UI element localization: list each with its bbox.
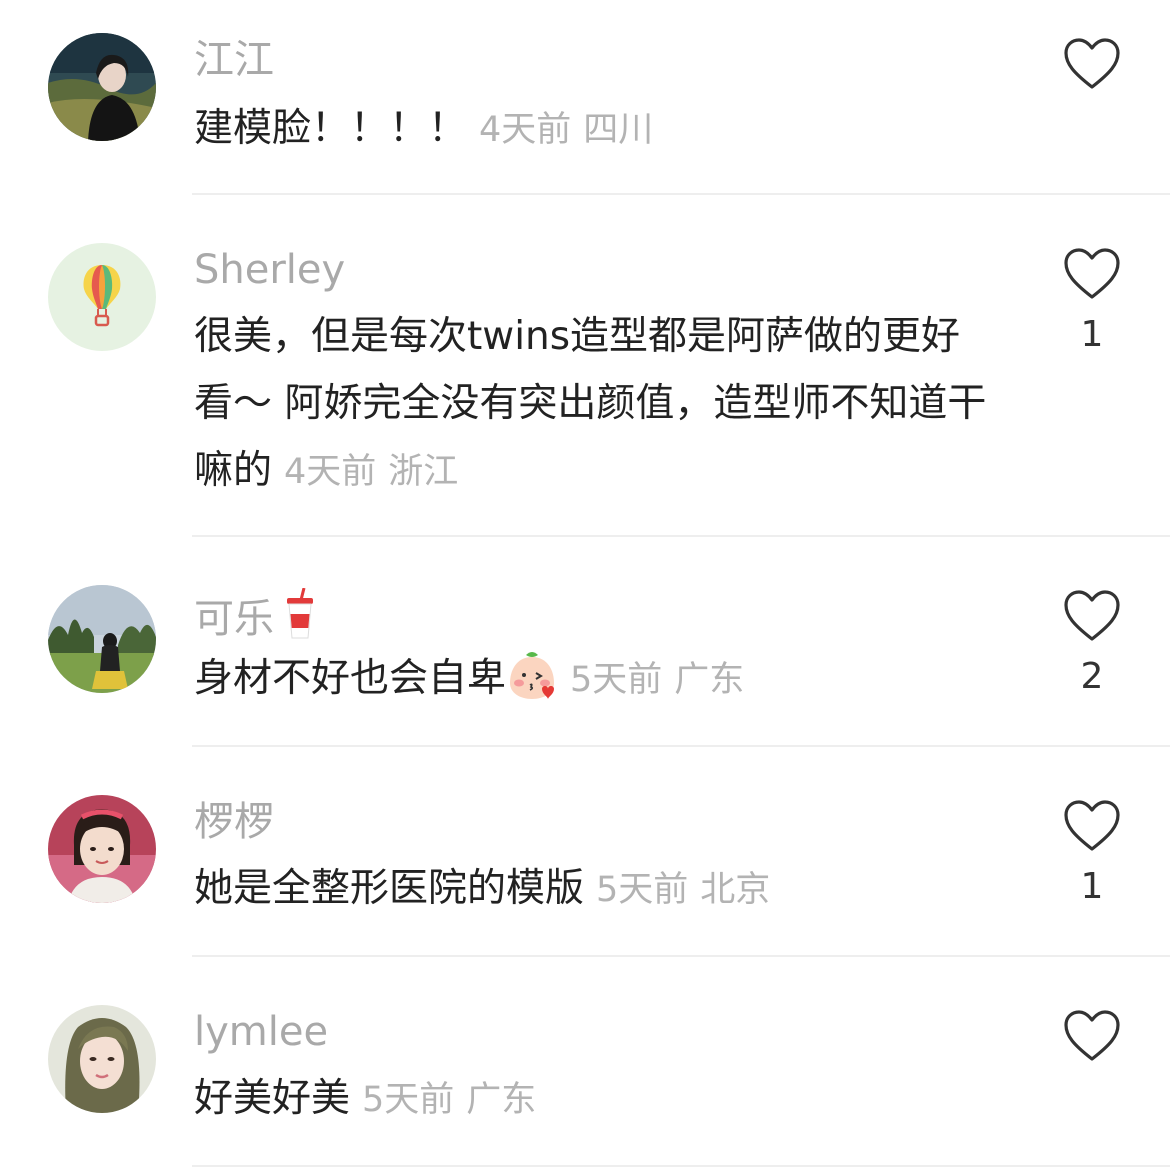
comment-text: 好美好美 5天前 广东 bbox=[194, 1065, 994, 1134]
username[interactable]: lymlee bbox=[194, 1008, 328, 1056]
comment-location: 浙江 bbox=[388, 452, 459, 492]
like-count: 1 bbox=[1080, 866, 1104, 907]
comment-time: 4天前 bbox=[284, 452, 377, 492]
comment-meta: 5天前 北京 bbox=[596, 870, 770, 910]
heart-outline-icon bbox=[1064, 590, 1120, 641]
comment-text: 很美，但是每次twins造型都是阿萨做的更好看～ 阿娇完全没有突出颜值，造型师不… bbox=[194, 303, 994, 506]
like-button[interactable] bbox=[1062, 1008, 1122, 1064]
divider bbox=[192, 193, 1170, 195]
heart-outline-icon bbox=[1064, 1010, 1120, 1061]
comment-time: 5天前 bbox=[570, 660, 663, 700]
comment-location: 四川 bbox=[583, 110, 654, 150]
comment-body: 建模脸！！！！ bbox=[194, 106, 468, 151]
like-button[interactable] bbox=[1062, 36, 1122, 92]
divider bbox=[192, 1165, 1170, 1167]
comment-time: 4天前 bbox=[479, 110, 572, 150]
avatar[interactable] bbox=[48, 1005, 156, 1113]
comment-meta: 5天前 广东 bbox=[362, 1080, 536, 1120]
username[interactable]: 椤椤 bbox=[194, 798, 274, 846]
comment-body: 好美好美 bbox=[194, 1076, 351, 1121]
divider bbox=[192, 745, 1170, 747]
avatar[interactable] bbox=[48, 243, 156, 351]
avatar[interactable] bbox=[48, 33, 156, 141]
username[interactable]: 可乐 bbox=[194, 588, 316, 643]
username-text: 可乐 bbox=[194, 596, 274, 642]
comment-meta: 4天前 四川 bbox=[479, 110, 653, 150]
comment-location: 广东 bbox=[466, 1080, 537, 1120]
like-button[interactable] bbox=[1062, 246, 1122, 302]
heart-outline-icon bbox=[1064, 800, 1120, 851]
avatar[interactable] bbox=[48, 585, 156, 693]
comment-meta: 4天前 浙江 bbox=[284, 452, 458, 492]
like-button[interactable] bbox=[1062, 798, 1122, 854]
comment-location: 北京 bbox=[700, 870, 771, 910]
divider bbox=[192, 955, 1170, 957]
comment-location: 广东 bbox=[674, 660, 745, 700]
username[interactable]: 江江 bbox=[194, 36, 274, 84]
hot-air-balloon-icon bbox=[48, 243, 156, 351]
like-button[interactable] bbox=[1062, 588, 1122, 644]
divider bbox=[192, 535, 1170, 537]
like-count: 1 bbox=[1080, 314, 1104, 355]
soda-cup-icon bbox=[287, 588, 313, 639]
heart-outline-icon bbox=[1064, 248, 1120, 299]
avatar[interactable] bbox=[48, 795, 156, 903]
comment-time: 5天前 bbox=[596, 870, 689, 910]
comment-body: 身材不好也会自卑 bbox=[194, 656, 507, 701]
comment-time: 5天前 bbox=[362, 1080, 455, 1120]
comment-text: 她是全整形医院的模版 5天前 北京 bbox=[194, 855, 994, 924]
like-count: 2 bbox=[1080, 656, 1104, 697]
comment-meta: 5天前 广东 bbox=[570, 660, 744, 700]
comment-text: 身材不好也会自卑 5天前 广东 bbox=[194, 645, 994, 714]
comment-text: 建模脸！！！！ 4天前 四川 bbox=[194, 95, 994, 164]
comment-body: 她是全整形医院的模版 bbox=[194, 866, 585, 911]
heart-outline-icon bbox=[1064, 38, 1120, 89]
username[interactable]: Sherley bbox=[194, 246, 345, 294]
blushing-kiss-emoji bbox=[510, 652, 555, 699]
